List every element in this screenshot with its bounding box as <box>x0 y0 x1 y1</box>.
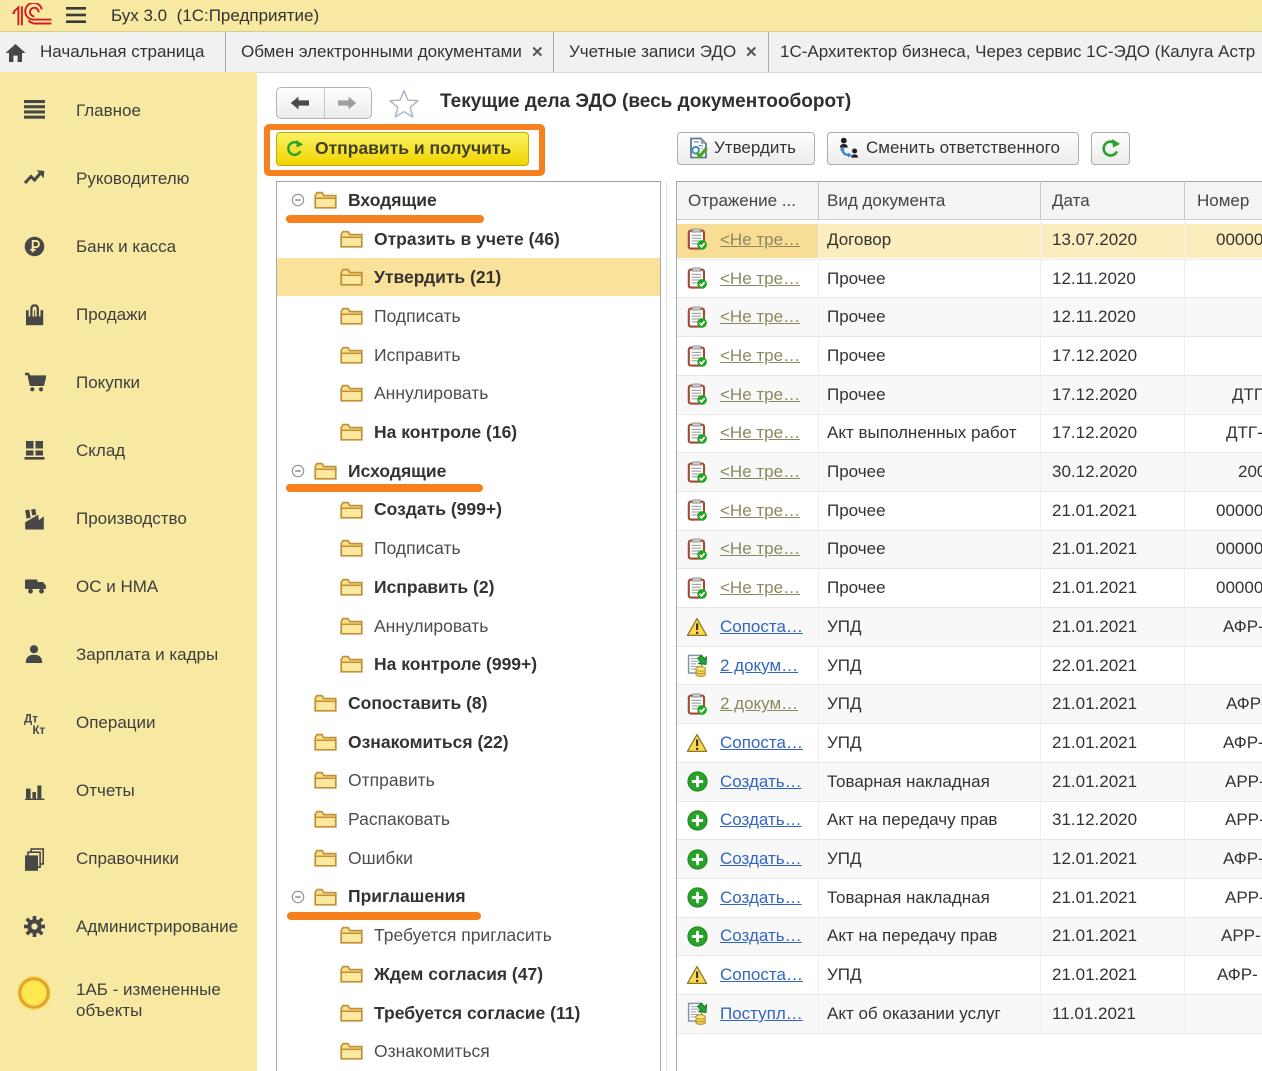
svg-text:Дт: Дт <box>24 714 38 726</box>
svg-text:Кт: Кт <box>33 725 46 735</box>
